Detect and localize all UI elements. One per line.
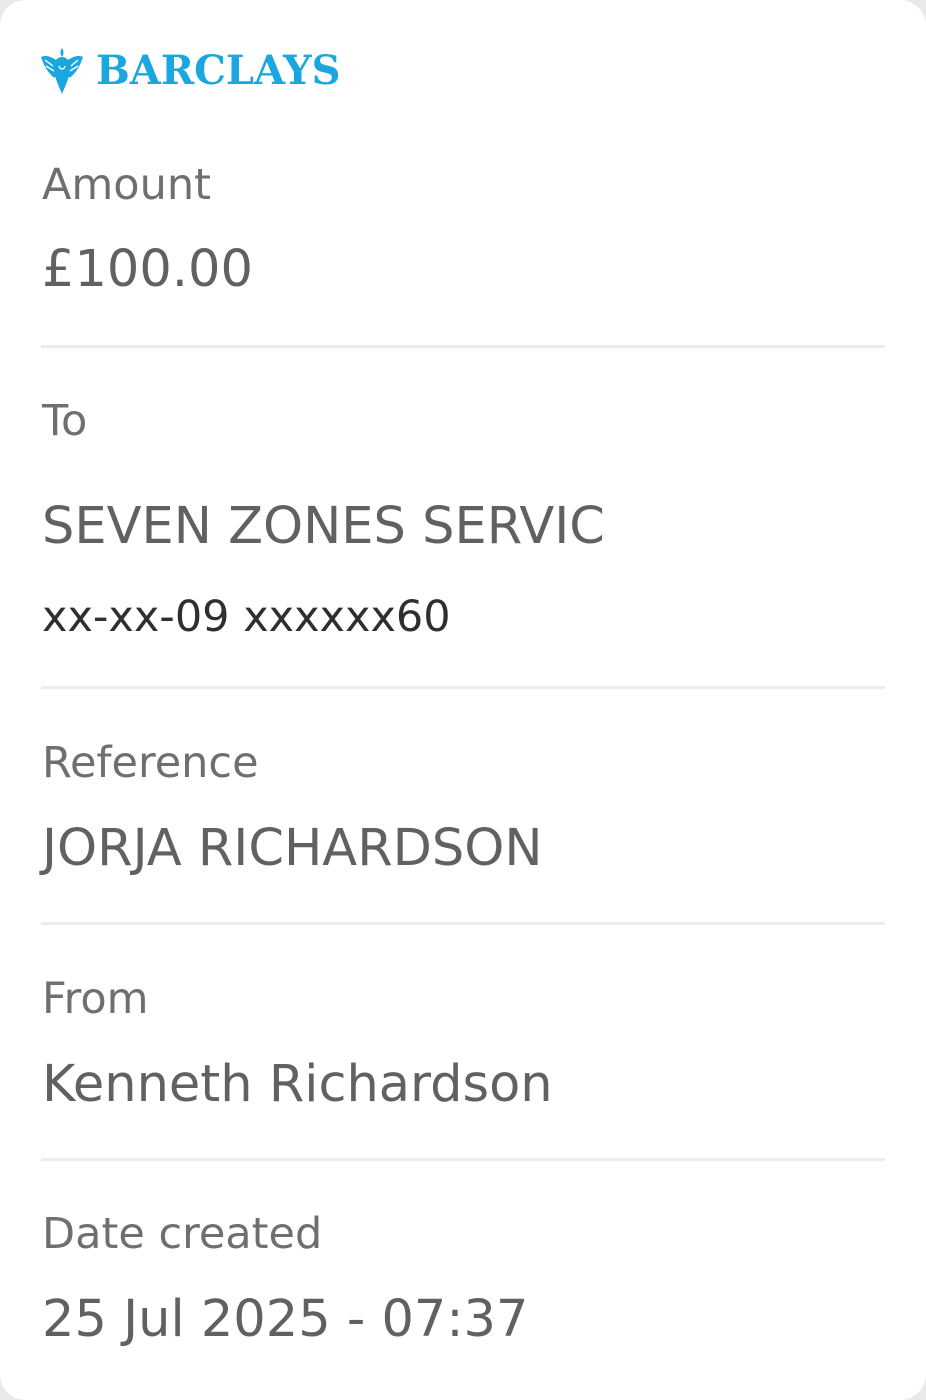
date-created-value: 25 Jul 2025 - 07:37	[42, 1290, 529, 1349]
to-section: To SEVEN ZONES SERVIC xx-xx-09 xxxxxx60	[42, 396, 884, 656]
reference-label: Reference	[42, 738, 259, 788]
from-value: Kenneth Richardson	[42, 1055, 553, 1114]
payment-details-card: BARCLAYS Amount £100.00 To SEVEN ZONES S…	[0, 0, 926, 1400]
divider	[41, 345, 885, 348]
barclays-logo: BARCLAYS	[40, 46, 341, 96]
divider	[41, 922, 885, 925]
divider	[41, 686, 885, 689]
reference-section: Reference JORJA RICHARDSON	[42, 738, 884, 888]
divider	[41, 1158, 885, 1161]
reference-value: JORJA RICHARDSON	[42, 819, 543, 878]
date-created-label: Date created	[42, 1209, 323, 1259]
from-label: From	[42, 974, 149, 1024]
amount-value: £100.00	[42, 240, 253, 299]
from-section: From Kenneth Richardson	[42, 974, 884, 1124]
amount-section: Amount £100.00	[42, 160, 884, 310]
eagle-icon	[41, 48, 83, 94]
brand-name: BARCLAYS	[96, 47, 341, 94]
payee-name: SEVEN ZONES SERVIC	[42, 497, 605, 556]
to-label: To	[42, 396, 88, 446]
amount-label: Amount	[42, 160, 211, 210]
date-created-section: Date created 25 Jul 2025 - 07:37	[42, 1209, 884, 1359]
payee-account-number: xx-xx-09 xxxxxx60	[42, 592, 451, 642]
